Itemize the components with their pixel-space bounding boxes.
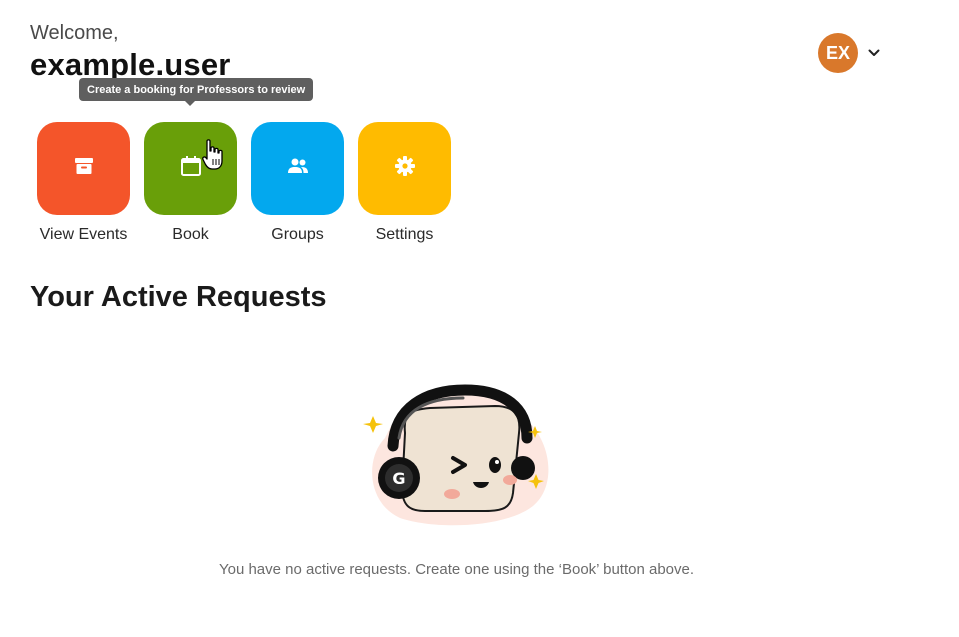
gear-icon <box>394 155 416 182</box>
welcome-text: Welcome, <box>30 22 119 44</box>
active-requests-heading: Your Active Requests <box>30 281 327 313</box>
book-label: Book <box>172 226 209 243</box>
settings-label: Settings <box>375 226 434 243</box>
avatar[interactable]: EX <box>818 33 858 73</box>
people-icon <box>286 157 310 180</box>
settings-tile[interactable] <box>358 122 451 215</box>
hand-cursor-icon <box>202 138 224 177</box>
avatar-initials: EX <box>825 42 850 63</box>
view-events-label: View Events <box>39 226 128 243</box>
tooltip-text: Create a booking for Professors to revie… <box>87 83 306 96</box>
chevron-down-icon[interactable] <box>866 45 882 61</box>
mascot-illustration: G <box>355 378 555 533</box>
user-menu[interactable]: EX <box>818 33 882 73</box>
quick-actions: View Events Book Groups Settings <box>37 122 451 244</box>
view-events-tile[interactable] <box>37 122 130 215</box>
settings-button[interactable]: Settings <box>358 122 451 244</box>
view-events-button[interactable]: View Events <box>37 122 130 244</box>
mascot-letter: G <box>392 469 405 488</box>
groups-label: Groups <box>271 226 324 243</box>
groups-button[interactable]: Groups <box>251 122 344 244</box>
calendar-icon <box>180 155 202 182</box>
archive-icon <box>74 156 94 181</box>
groups-tile[interactable] <box>251 122 344 215</box>
book-tooltip: Create a booking for Professors to revie… <box>79 78 314 106</box>
empty-state-message: You have no active requests. Create one … <box>218 561 695 578</box>
